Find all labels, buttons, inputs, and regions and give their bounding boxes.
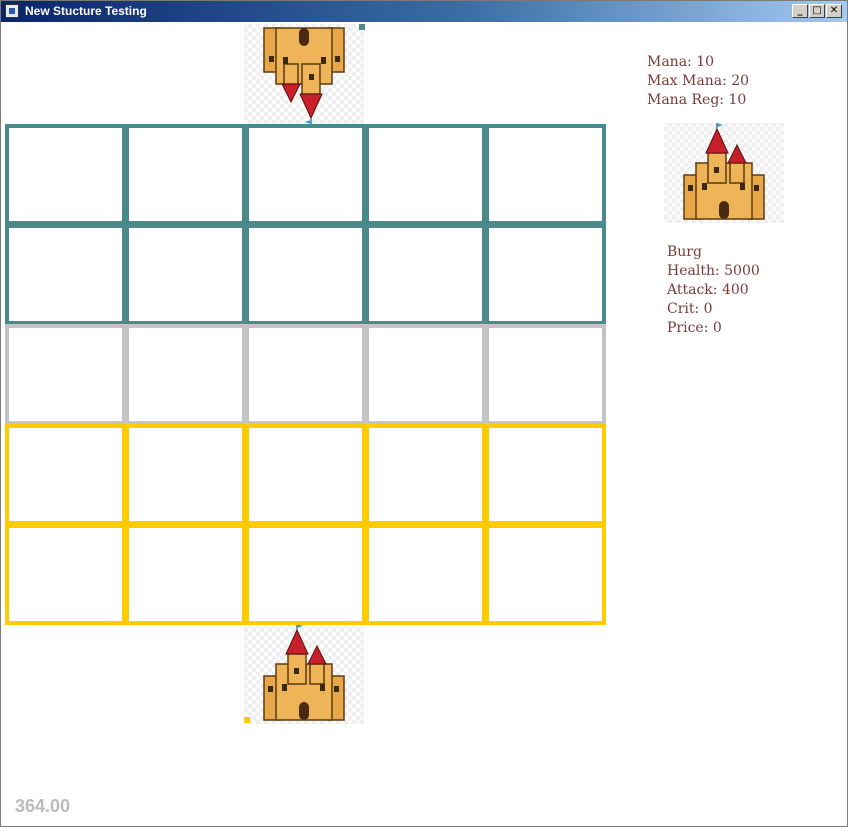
- board-cell[interactable]: [365, 424, 486, 525]
- player-castle[interactable]: [244, 624, 364, 724]
- board-cell[interactable]: [245, 324, 366, 425]
- castle-icon: [263, 624, 345, 721]
- castle-icon: [263, 27, 345, 124]
- minimize-button[interactable]: _: [792, 4, 808, 18]
- board-cell[interactable]: [485, 424, 606, 525]
- game-canvas[interactable]: Mana: 10 Max Mana: 20 Mana Reg: 10 Burg …: [1, 22, 847, 826]
- board-cell[interactable]: [485, 224, 606, 325]
- unit-attack: Attack: 400: [667, 282, 749, 298]
- unit-name: Burg: [667, 244, 702, 260]
- title-bar[interactable]: New Stucture Testing _ □ ✕: [1, 1, 847, 22]
- board-cell[interactable]: [485, 324, 606, 425]
- board-cell[interactable]: [125, 124, 246, 225]
- castle-icon: [683, 123, 765, 220]
- board-cell[interactable]: [245, 124, 366, 225]
- board-cell[interactable]: [125, 524, 246, 625]
- unit-health: Health: 5000: [667, 263, 760, 279]
- board-cell[interactable]: [5, 124, 126, 225]
- mana-reg-stat: Mana Reg: 10: [647, 92, 747, 108]
- board-cell[interactable]: [245, 524, 366, 625]
- board-cell[interactable]: [125, 324, 246, 425]
- game-window: New Stucture Testing _ □ ✕ Mana: 10 Max …: [0, 0, 848, 827]
- board-cell[interactable]: [365, 124, 486, 225]
- unit-price: Price: 0: [667, 320, 722, 336]
- board-cell[interactable]: [365, 324, 486, 425]
- board-cell[interactable]: [5, 524, 126, 625]
- player-castle-marker: [244, 717, 250, 723]
- mana-stat: Mana: 10: [647, 54, 715, 70]
- window-title: New Stucture Testing: [25, 4, 147, 18]
- selected-unit-portrait[interactable]: [664, 123, 784, 223]
- board-cell[interactable]: [485, 524, 606, 625]
- enemy-castle-marker: [359, 24, 365, 30]
- enemy-castle[interactable]: [244, 24, 364, 124]
- board-cell[interactable]: [5, 424, 126, 525]
- maximize-button[interactable]: □: [809, 4, 825, 18]
- app-icon: [5, 4, 19, 18]
- max-mana-stat: Max Mana: 20: [647, 73, 750, 89]
- board-cell[interactable]: [365, 524, 486, 625]
- board-cell[interactable]: [125, 424, 246, 525]
- board-cell[interactable]: [245, 224, 366, 325]
- unit-crit: Crit: 0: [667, 301, 713, 317]
- board-cell[interactable]: [125, 224, 246, 325]
- board-cell[interactable]: [5, 324, 126, 425]
- fps-counter: 364.00: [15, 796, 71, 816]
- board-cell[interactable]: [485, 124, 606, 225]
- board-cell[interactable]: [365, 224, 486, 325]
- board-cell[interactable]: [245, 424, 366, 525]
- board-cell[interactable]: [5, 224, 126, 325]
- close-button[interactable]: ✕: [826, 4, 842, 18]
